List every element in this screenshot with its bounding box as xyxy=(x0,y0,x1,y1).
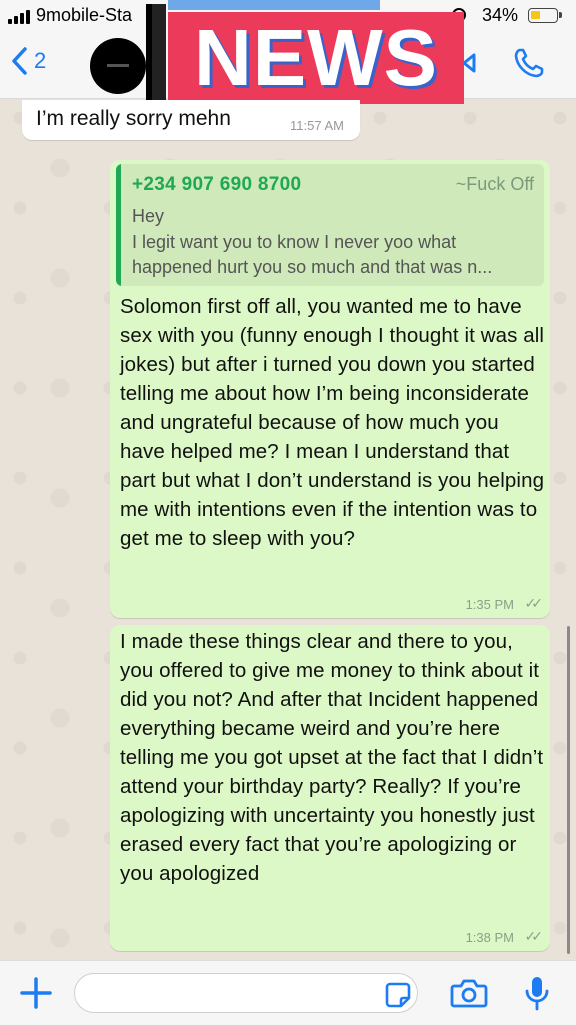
quote-bar xyxy=(116,164,121,286)
read-ticks-icon: ✓✓ xyxy=(524,595,544,611)
message-text: I’m really sorry mehn xyxy=(36,107,231,130)
flag-graphic xyxy=(146,4,166,102)
video-call-icon[interactable] xyxy=(462,52,488,74)
incoming-message-bubble[interactable]: I’m really sorry mehn 11:57 AM xyxy=(22,100,360,140)
message-input[interactable] xyxy=(74,973,418,1013)
message-time: 1:35 PM xyxy=(465,597,514,612)
quote-line: I legit want you to know I never yoo wha… xyxy=(132,232,493,277)
message-text: I made these things clear and there to y… xyxy=(120,630,544,885)
signal-icon xyxy=(8,10,30,24)
camera-icon[interactable] xyxy=(450,977,488,1009)
back-button[interactable]: 2 xyxy=(10,46,46,76)
message-time: 11:57 AM xyxy=(290,118,344,133)
microphone-icon[interactable] xyxy=(524,975,550,1013)
quote-sender: +234 907 690 8700 xyxy=(132,174,302,195)
sticker-icon[interactable] xyxy=(384,981,412,1009)
unread-count: 2 xyxy=(34,48,47,73)
news-banner: NEWS xyxy=(168,12,464,104)
quoted-message[interactable]: +234 907 690 8700 ~Fuck Off Hey I legit … xyxy=(116,164,544,286)
battery-percent: 34% xyxy=(482,5,519,25)
phone-icon[interactable] xyxy=(512,46,546,80)
chevron-left-icon xyxy=(12,47,27,75)
outgoing-message-bubble[interactable]: I made these things clear and there to y… xyxy=(110,625,550,951)
message-text: Solomon first off all, you wanted me to … xyxy=(120,295,545,550)
carrier-name: 9mobile-Sta xyxy=(36,5,133,25)
battery-icon xyxy=(528,8,562,23)
contact-avatar[interactable] xyxy=(90,38,146,94)
outgoing-message-bubble[interactable]: +234 907 690 8700 ~Fuck Off Hey I legit … xyxy=(110,160,550,618)
scrollbar[interactable] xyxy=(567,626,570,954)
plus-icon[interactable] xyxy=(18,975,54,1011)
quote-line: Hey xyxy=(132,206,165,226)
message-time: 1:38 PM xyxy=(465,930,514,945)
composer-bar xyxy=(0,960,576,1025)
read-ticks-icon: ✓✓ xyxy=(524,928,544,944)
quote-alias: ~Fuck Off xyxy=(455,174,534,194)
overlay-strip xyxy=(168,0,380,10)
